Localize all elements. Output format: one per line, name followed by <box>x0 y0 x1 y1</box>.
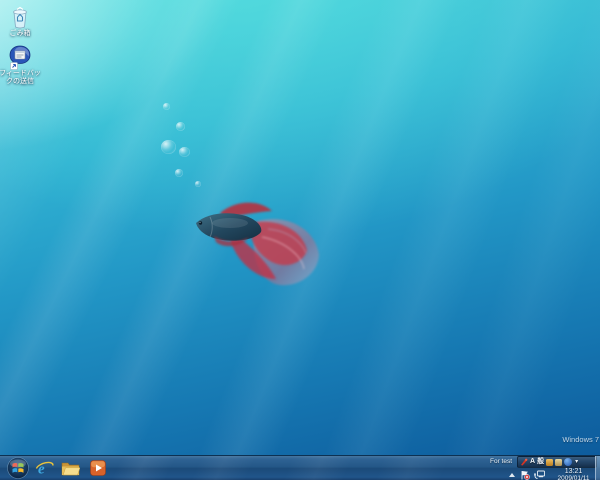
bubble <box>161 140 176 154</box>
network-icon[interactable] <box>534 470 545 480</box>
clock-time: 13:21 <box>564 467 583 475</box>
desktop-icon-label: フィードバッ クの送信 <box>0 70 41 85</box>
show-desktop-button[interactable] <box>595 456 600 480</box>
bubble <box>175 169 183 177</box>
send-feedback-icon <box>9 45 31 70</box>
desktop-icon-recycle-bin[interactable]: ごみ箱 <box>0 6 49 38</box>
ime-pad-icon[interactable] <box>555 458 563 466</box>
recycle-bin-icon <box>13 6 27 29</box>
build-watermark: Windows 7 <box>562 435 599 444</box>
bubble <box>163 103 170 110</box>
bubble <box>179 147 190 157</box>
ime-pen-icon[interactable] <box>520 458 528 466</box>
start-button[interactable] <box>7 457 29 479</box>
taskbar: e For test A 般 ▾ 13:21 2009/01/11 <box>0 455 600 480</box>
desktop-icon-label: ごみ箱 <box>9 30 31 37</box>
taskbar-item-windows-media-player[interactable] <box>89 459 107 477</box>
language-bar[interactable]: A 般 ▾ <box>517 456 597 468</box>
folder-icon <box>61 462 80 475</box>
notification-area: 13:21 2009/01/11 <box>505 468 596 480</box>
show-hidden-icons-button[interactable] <box>509 472 515 477</box>
bubble <box>176 122 185 131</box>
betta-fish <box>196 202 319 286</box>
desktop-screen: ごみ箱 フィードバッ クの送信 Windows 7 e For test A 般… <box>0 0 600 480</box>
action-center-flag-icon[interactable] <box>520 470 530 480</box>
watermark-line2: For test <box>490 458 513 465</box>
bubble <box>195 181 201 187</box>
clock-date: 2009/01/11 <box>557 474 590 480</box>
media-player-icon <box>90 460 106 476</box>
taskbar-item-internet-explorer[interactable]: e <box>34 458 54 478</box>
desktop-icon-send-feedback[interactable]: フィードバッ クの送信 <box>0 45 49 86</box>
ime-conversion-mode[interactable]: 般 <box>537 457 544 467</box>
ime-help-icon[interactable] <box>564 458 573 466</box>
ime-toolbox-icon[interactable] <box>546 458 554 466</box>
watermark-line1: Windows 7 <box>562 435 599 444</box>
clock[interactable]: 13:21 2009/01/11 <box>551 468 596 480</box>
taskbar-item-windows-explorer[interactable] <box>60 458 80 478</box>
internet-explorer-icon: e <box>35 461 54 477</box>
windows-logo-icon <box>7 457 29 479</box>
ime-input-mode[interactable]: A <box>530 457 535 467</box>
language-bar-options-chevron[interactable]: ▾ <box>575 457 578 467</box>
